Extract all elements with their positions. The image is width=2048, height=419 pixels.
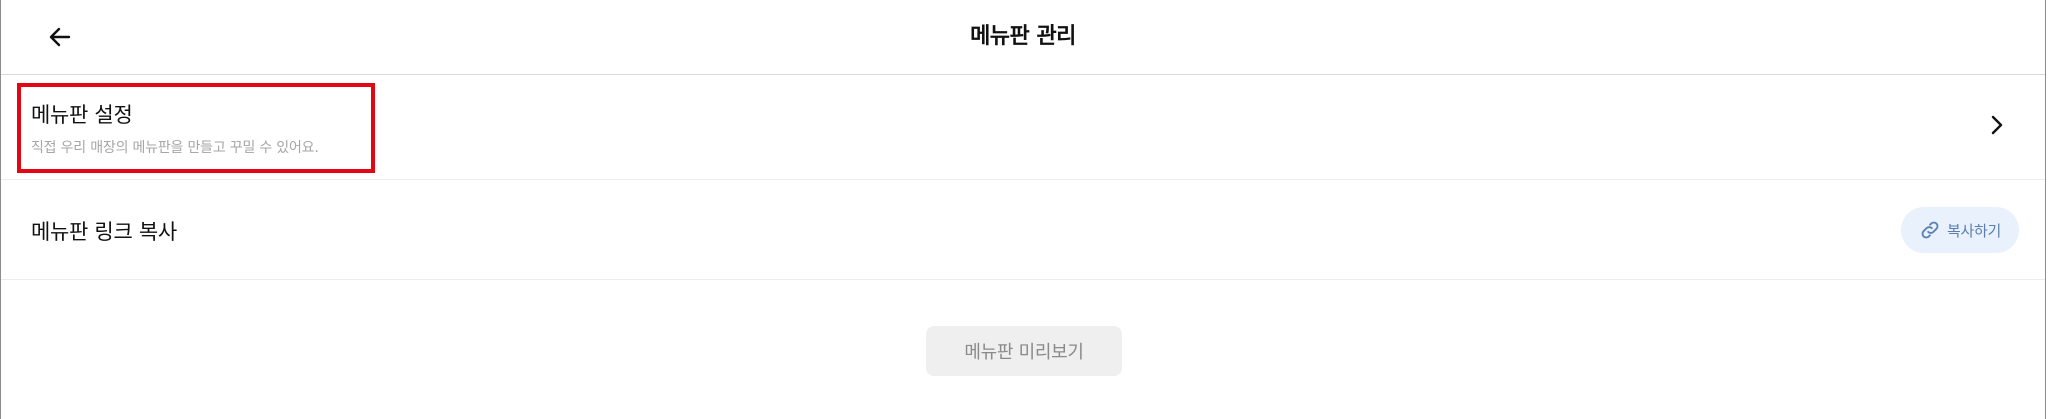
- menu-link-row: 메뉴판 링크 복사 복사하기: [1, 180, 2045, 280]
- menu-settings-row[interactable]: 메뉴판 설정 직접 우리 매장의 메뉴판을 만들고 꾸밀 수 있어요.: [1, 75, 2045, 180]
- chevron-right-icon: [1991, 115, 2003, 135]
- menu-settings-title: 메뉴판 설정: [31, 103, 133, 127]
- link-icon: [1921, 221, 1939, 239]
- menu-preview-button[interactable]: 메뉴판 미리보기: [926, 326, 1122, 376]
- header: 메뉴판 관리: [1, 0, 2045, 75]
- menu-management-page: 메뉴판 관리 메뉴판 설정 직접 우리 매장의 메뉴판을 만들고 꾸밀 수 있어…: [0, 0, 2046, 419]
- menu-link-title: 메뉴판 링크 복사: [31, 220, 177, 244]
- page-title: 메뉴판 관리: [970, 24, 1076, 49]
- copy-link-button[interactable]: 복사하기: [1901, 207, 2019, 253]
- copy-link-button-label: 복사하기: [1946, 221, 2001, 240]
- menu-settings-subtitle: 직접 우리 매장의 메뉴판을 만들고 꾸밀 수 있어요.: [31, 140, 319, 156]
